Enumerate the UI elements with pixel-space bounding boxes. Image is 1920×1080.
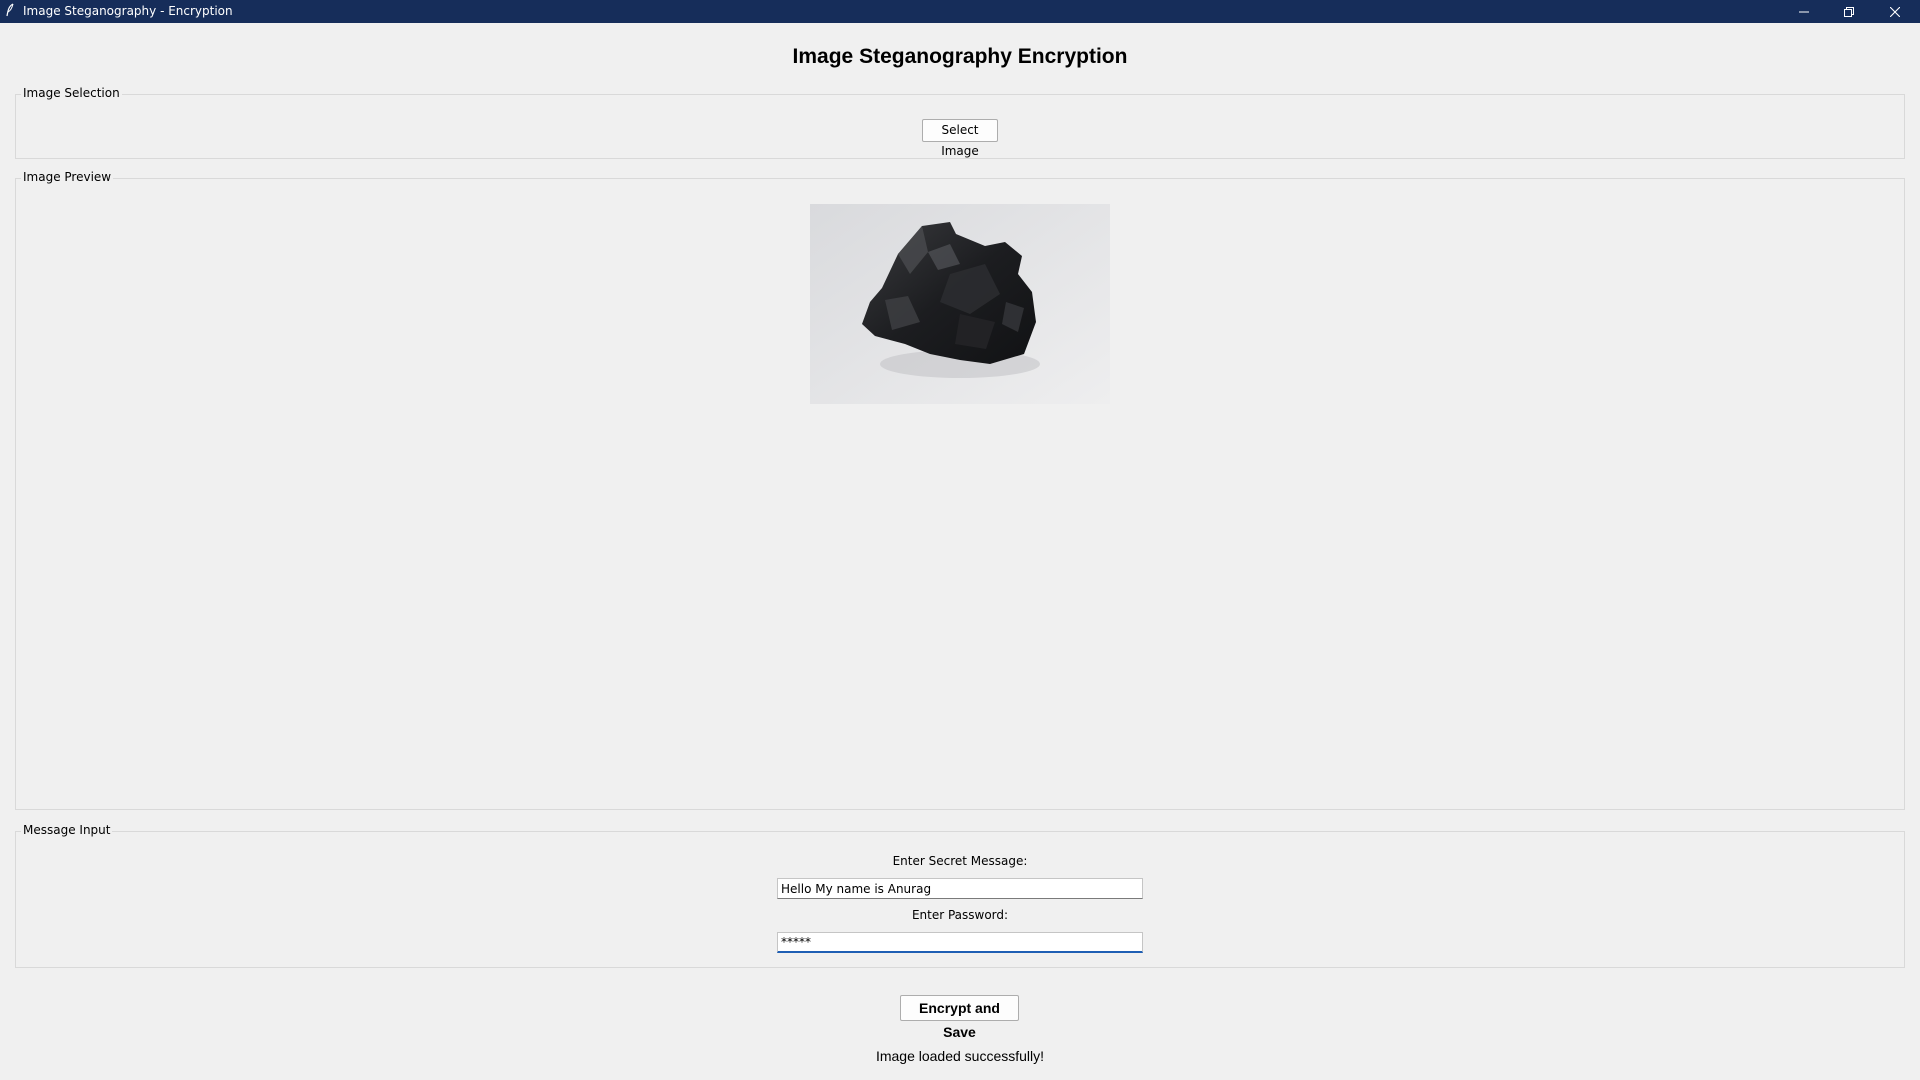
feather-icon	[5, 3, 19, 19]
status-message: Image loaded successfully!	[875, 1048, 1045, 1064]
preview-image	[810, 204, 1110, 404]
message-input-legend: Message Input	[21, 822, 113, 838]
secret-message-input[interactable]	[777, 878, 1143, 899]
restore-icon	[1844, 6, 1854, 17]
message-input-group: Message Input Enter Secret Message: Ente…	[15, 822, 1905, 968]
restore-button[interactable]	[1826, 0, 1872, 23]
minimize-button[interactable]	[1781, 0, 1827, 23]
minimize-icon	[1799, 7, 1809, 17]
page-title: Image Steganography Encryption	[792, 45, 1128, 68]
select-image-button[interactable]: Select Image	[922, 119, 998, 158]
close-button[interactable]	[1872, 0, 1918, 23]
image-selection-group: Image Selection Select Image	[15, 85, 1905, 159]
close-icon	[1890, 6, 1900, 17]
image-preview-legend: Image Preview	[21, 169, 114, 185]
image-preview-group: Image Preview	[15, 169, 1905, 810]
window-title: Image Steganography - Encryption	[23, 4, 233, 18]
password-input[interactable]	[777, 932, 1143, 953]
secret-message-label: Enter Secret Message:	[892, 854, 1028, 868]
image-selection-legend: Image Selection	[21, 85, 122, 101]
app-window: Image Steganography - Encryption Image S…	[0, 0, 1920, 1080]
encrypt-and-save-button[interactable]: Encrypt and Save	[900, 995, 1019, 1040]
password-label: Enter Password:	[911, 908, 1009, 922]
title-bar: Image Steganography - Encryption	[0, 0, 1920, 23]
